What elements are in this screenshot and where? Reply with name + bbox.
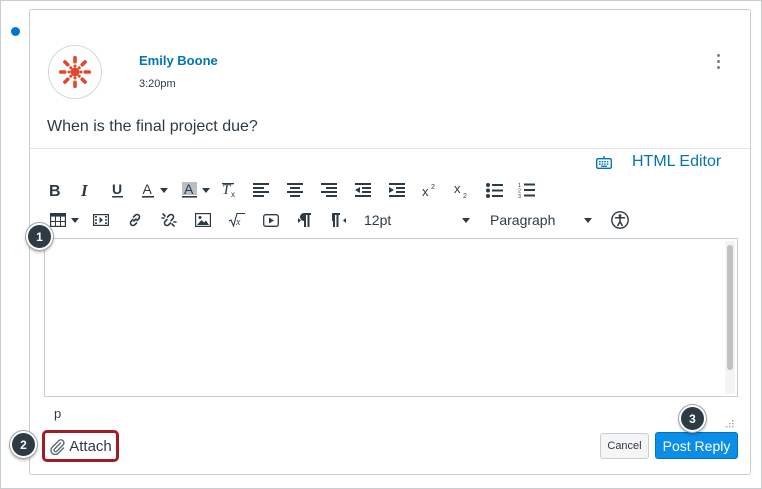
clear-formatting-icon[interactable]: Tx <box>216 178 244 202</box>
font-size-value: 12pt <box>364 212 392 228</box>
svg-text:2: 2 <box>463 193 467 198</box>
html-editor-toggle[interactable]: HTML Editor <box>596 151 721 173</box>
accessibility-icon[interactable] <box>606 208 634 232</box>
callout-badge-2: 2 <box>10 431 37 458</box>
link-icon[interactable] <box>118 208 152 232</box>
italic-icon[interactable]: I <box>70 178 102 202</box>
element-path: p <box>54 406 62 421</box>
media-icon[interactable] <box>84 208 118 232</box>
keyboard-icon <box>596 155 612 169</box>
svg-text:U: U <box>112 182 122 197</box>
cancel-button[interactable]: Cancel <box>600 433 649 459</box>
align-right-icon[interactable] <box>312 178 346 202</box>
outdent-icon[interactable] <box>346 178 380 202</box>
text-color-icon[interactable]: A <box>132 178 176 202</box>
author-name-link[interactable]: Emily Boone <box>139 53 218 68</box>
svg-text:2: 2 <box>431 184 435 191</box>
post-timestamp: 3:20pm <box>139 78 176 90</box>
underline-icon[interactable]: U <box>102 178 132 202</box>
rich-content-editor[interactable] <box>44 238 738 397</box>
editor-toolbar-row-2: x 12pt Paragraph <box>44 207 634 233</box>
discussion-entry: Emily Boone 3:20pm When is the final pro… <box>29 9 751 475</box>
paperclip-icon <box>50 438 65 455</box>
resize-handle-icon[interactable] <box>724 418 734 428</box>
svg-text:x: x <box>454 182 461 196</box>
rtl-icon[interactable] <box>322 208 356 232</box>
svg-text:A: A <box>184 182 194 197</box>
block-format-select[interactable]: Paragraph <box>490 208 594 232</box>
reply-divider <box>30 148 750 149</box>
indent-icon[interactable] <box>380 178 414 202</box>
svg-text:3: 3 <box>518 194 521 198</box>
svg-text:x: x <box>422 184 429 198</box>
superscript-icon[interactable]: x2 <box>414 178 446 202</box>
numbered-list-icon[interactable]: 123 <box>510 178 542 202</box>
attach-button[interactable]: Attach <box>42 430 119 462</box>
svg-text:x: x <box>231 190 235 198</box>
post-reply-button[interactable]: Post Reply <box>655 432 738 459</box>
scrollbar-thumb[interactable] <box>727 245 733 370</box>
background-color-icon[interactable]: A <box>176 178 216 202</box>
unlink-icon[interactable] <box>152 208 186 232</box>
svg-text:x: x <box>235 217 241 228</box>
svg-text:A: A <box>142 182 152 197</box>
attach-label: Attach <box>69 437 112 455</box>
more-options-icon[interactable] <box>710 50 726 72</box>
bulleted-list-icon[interactable] <box>478 178 510 202</box>
editor-scrollbar[interactable] <box>725 241 735 394</box>
align-center-icon[interactable] <box>278 178 312 202</box>
block-format-value: Paragraph <box>490 212 556 228</box>
callout-badge-3: 3 <box>679 405 706 432</box>
canvas-logo-icon <box>59 56 91 88</box>
editor-toolbar-row-1: B I U A A Tx x 2 x 2 1 2 3 <box>44 177 542 203</box>
html-editor-label: HTML Editor <box>632 153 722 170</box>
avatar[interactable] <box>48 45 102 99</box>
svg-text:I: I <box>80 182 89 198</box>
ltr-icon[interactable] <box>288 208 322 232</box>
svg-text:B: B <box>49 183 61 198</box>
bold-icon[interactable]: B <box>44 178 66 202</box>
align-left-icon[interactable] <box>244 178 278 202</box>
equation-icon[interactable]: x <box>220 208 254 232</box>
post-message: When is the final project due? <box>47 118 258 135</box>
unread-indicator <box>11 27 20 36</box>
image-icon[interactable] <box>186 208 220 232</box>
video-icon[interactable] <box>254 208 288 232</box>
font-size-select[interactable]: 12pt <box>364 208 474 232</box>
callout-badge-1: 1 <box>26 223 53 250</box>
subscript-icon[interactable]: x2 <box>446 178 478 202</box>
